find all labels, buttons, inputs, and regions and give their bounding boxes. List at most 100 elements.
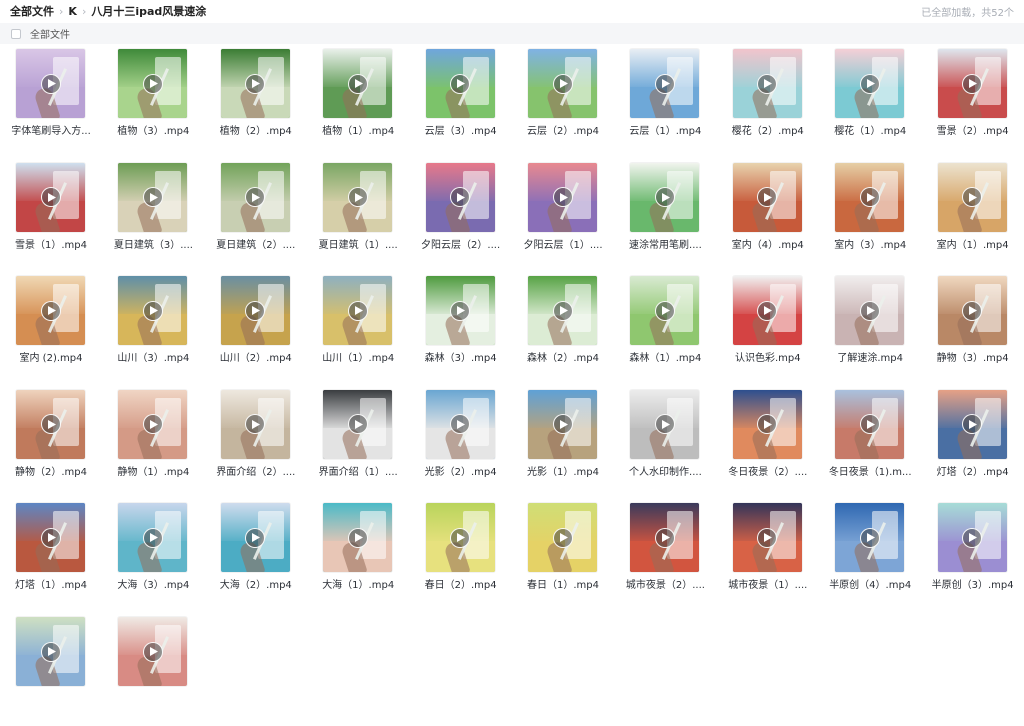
play-icon[interactable] bbox=[757, 73, 778, 94]
video-thumbnail[interactable] bbox=[118, 389, 188, 459]
video-thumbnail[interactable] bbox=[835, 389, 905, 459]
file-item[interactable]: 半原创（4）.mp4 bbox=[819, 498, 921, 612]
video-thumbnail[interactable] bbox=[630, 162, 700, 232]
video-thumbnail[interactable] bbox=[323, 389, 393, 459]
breadcrumb-k[interactable]: K bbox=[68, 5, 77, 18]
file-item[interactable]: 植物（3）.mp4 bbox=[102, 44, 204, 158]
file-item[interactable]: 春日（1）.mp4 bbox=[512, 498, 614, 612]
video-thumbnail[interactable] bbox=[118, 276, 188, 346]
video-thumbnail[interactable] bbox=[323, 503, 393, 573]
play-icon[interactable] bbox=[962, 527, 983, 548]
play-icon[interactable] bbox=[142, 527, 163, 548]
play-icon[interactable] bbox=[40, 300, 61, 321]
play-icon[interactable] bbox=[859, 527, 880, 548]
video-thumbnail[interactable] bbox=[16, 162, 85, 232]
file-item[interactable]: 云层（3）.mp4 bbox=[410, 44, 512, 158]
file-item[interactable]: 室内（3）.mp4 bbox=[819, 158, 921, 272]
file-item[interactable]: 云层（2）.mp4 bbox=[512, 44, 614, 158]
video-thumbnail[interactable] bbox=[323, 162, 393, 232]
video-thumbnail[interactable] bbox=[16, 276, 85, 346]
file-item[interactable] bbox=[0, 612, 102, 726]
video-thumbnail[interactable] bbox=[323, 276, 393, 346]
file-item[interactable]: 森林（2）.mp4 bbox=[512, 271, 614, 385]
file-item[interactable]: 灯塔（2）.mp4 bbox=[922, 385, 1024, 499]
file-item[interactable]: 界面介绍（1）.... bbox=[307, 385, 409, 499]
play-icon[interactable] bbox=[654, 527, 675, 548]
file-item[interactable]: 夏日建筑（1）.... bbox=[307, 158, 409, 272]
play-icon[interactable] bbox=[245, 73, 266, 94]
file-item[interactable]: 了解速涂.mp4 bbox=[819, 271, 921, 385]
video-thumbnail[interactable] bbox=[732, 162, 802, 232]
video-thumbnail[interactable] bbox=[630, 503, 700, 573]
play-icon[interactable] bbox=[142, 300, 163, 321]
video-thumbnail[interactable] bbox=[732, 389, 802, 459]
video-thumbnail[interactable] bbox=[425, 276, 495, 346]
play-icon[interactable] bbox=[347, 187, 368, 208]
file-item[interactable]: 森林（3）.mp4 bbox=[410, 271, 512, 385]
video-thumbnail[interactable] bbox=[630, 389, 700, 459]
play-icon[interactable] bbox=[40, 73, 61, 94]
file-item[interactable]: 夕阳云层（2）.... bbox=[410, 158, 512, 272]
play-icon[interactable] bbox=[757, 300, 778, 321]
video-thumbnail[interactable] bbox=[118, 617, 188, 686]
play-icon[interactable] bbox=[552, 73, 573, 94]
video-thumbnail[interactable] bbox=[835, 49, 905, 118]
video-thumbnail[interactable] bbox=[220, 162, 290, 232]
file-item[interactable]: 室内（4）.mp4 bbox=[717, 158, 819, 272]
play-icon[interactable] bbox=[245, 300, 266, 321]
play-icon[interactable] bbox=[552, 300, 573, 321]
play-icon[interactable] bbox=[450, 527, 471, 548]
file-item[interactable] bbox=[102, 612, 204, 726]
video-thumbnail[interactable] bbox=[220, 389, 290, 459]
video-thumbnail[interactable] bbox=[118, 162, 188, 232]
play-icon[interactable] bbox=[859, 414, 880, 435]
video-thumbnail[interactable] bbox=[528, 49, 597, 118]
play-icon[interactable] bbox=[859, 187, 880, 208]
file-item[interactable]: 夏日建筑（3）.... bbox=[102, 158, 204, 272]
play-icon[interactable] bbox=[142, 641, 163, 662]
video-thumbnail[interactable] bbox=[16, 49, 85, 118]
play-icon[interactable] bbox=[40, 414, 61, 435]
video-thumbnail[interactable] bbox=[425, 162, 495, 232]
video-thumbnail[interactable] bbox=[425, 49, 495, 118]
video-thumbnail[interactable] bbox=[732, 276, 802, 346]
play-icon[interactable] bbox=[40, 187, 61, 208]
video-thumbnail[interactable] bbox=[118, 49, 188, 118]
select-all-checkbox[interactable] bbox=[11, 28, 21, 39]
file-item[interactable]: 室内（1）.mp4 bbox=[922, 158, 1024, 272]
video-thumbnail[interactable] bbox=[937, 162, 1007, 232]
video-thumbnail[interactable] bbox=[937, 503, 1007, 573]
play-icon[interactable] bbox=[552, 527, 573, 548]
file-item[interactable]: 静物（1）.mp4 bbox=[102, 385, 204, 499]
video-thumbnail[interactable] bbox=[835, 276, 905, 346]
file-item[interactable]: 夕阳云层（1）.... bbox=[512, 158, 614, 272]
video-thumbnail[interactable] bbox=[937, 49, 1007, 118]
file-item[interactable]: 大海（2）.mp4 bbox=[205, 498, 307, 612]
play-icon[interactable] bbox=[347, 300, 368, 321]
video-thumbnail[interactable] bbox=[835, 503, 905, 573]
video-thumbnail[interactable] bbox=[16, 389, 85, 459]
play-icon[interactable] bbox=[40, 641, 61, 662]
play-icon[interactable] bbox=[347, 73, 368, 94]
play-icon[interactable] bbox=[142, 187, 163, 208]
video-thumbnail[interactable] bbox=[630, 49, 700, 118]
video-thumbnail[interactable] bbox=[528, 389, 597, 459]
file-item[interactable]: 大海（3）.mp4 bbox=[102, 498, 204, 612]
play-icon[interactable] bbox=[859, 73, 880, 94]
file-item[interactable]: 春日（2）.mp4 bbox=[410, 498, 512, 612]
file-item[interactable]: 认识色彩.mp4 bbox=[717, 271, 819, 385]
play-icon[interactable] bbox=[142, 73, 163, 94]
play-icon[interactable] bbox=[450, 73, 471, 94]
file-item[interactable]: 灯塔（1）.mp4 bbox=[0, 498, 102, 612]
play-icon[interactable] bbox=[654, 300, 675, 321]
file-item[interactable]: 云层（1）.mp4 bbox=[614, 44, 716, 158]
file-item[interactable]: 室内 (2).mp4 bbox=[0, 271, 102, 385]
video-thumbnail[interactable] bbox=[937, 276, 1007, 346]
play-icon[interactable] bbox=[552, 187, 573, 208]
file-item[interactable]: 个人水印制作.... bbox=[614, 385, 716, 499]
file-item[interactable]: 植物（1）.mp4 bbox=[307, 44, 409, 158]
video-thumbnail[interactable] bbox=[220, 503, 290, 573]
file-item[interactable]: 界面介绍（2）.... bbox=[205, 385, 307, 499]
file-item[interactable]: 夏日建筑（2）.... bbox=[205, 158, 307, 272]
file-item[interactable]: 静物（2）.mp4 bbox=[0, 385, 102, 499]
